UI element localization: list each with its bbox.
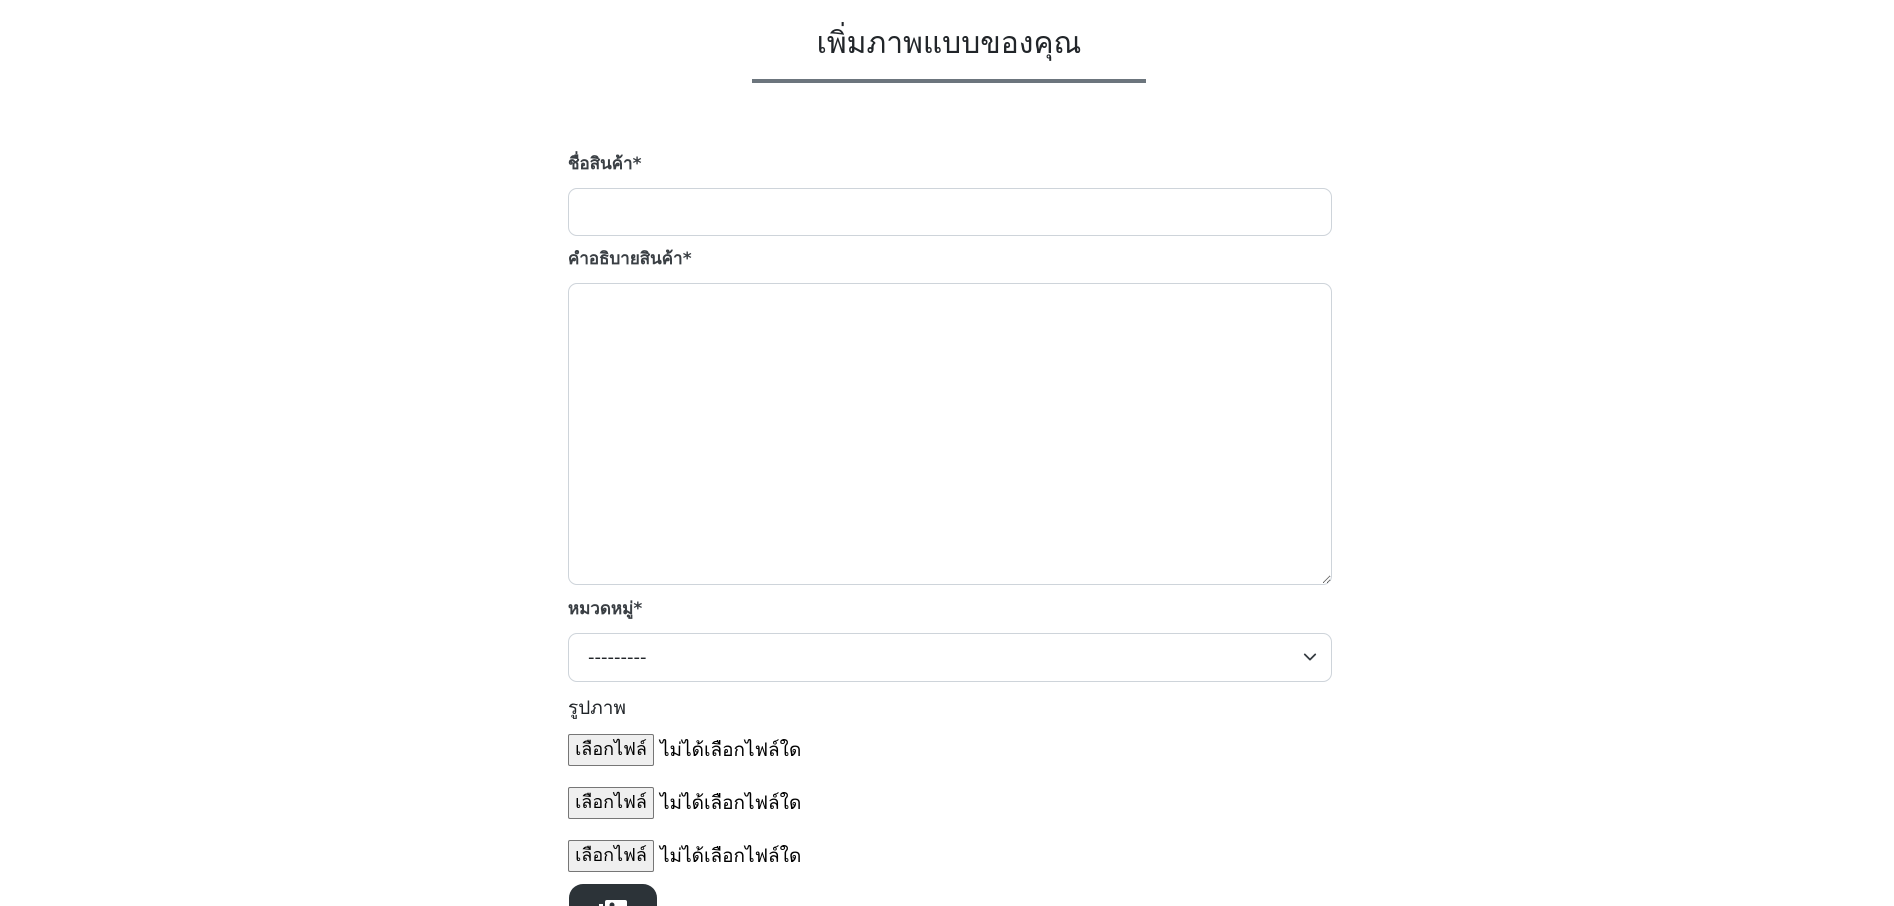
title-underline (752, 79, 1146, 83)
page: เพิ่มภาพแบบของคุณ ชื่อสินค้า* คำอธิบายสิ… (0, 0, 1894, 906)
choose-file-button-2[interactable]: เลือกไฟล์ (568, 787, 654, 819)
page-title: เพิ่มภาพแบบของคุณ (816, 26, 1082, 61)
chevron-down-icon (1303, 653, 1317, 661)
submit-button[interactable] (569, 884, 657, 906)
image-upload-icon (599, 900, 627, 906)
choose-file-button-1[interactable]: เลือกไฟล์ (568, 734, 654, 766)
product-name-input[interactable] (568, 188, 1332, 236)
category-label: หมวดหมู่* (568, 599, 643, 619)
images-label: รูปภาพ (568, 697, 626, 719)
file-status-2: ไม่ได้เลือกไฟล์ใด (660, 792, 802, 814)
category-select[interactable]: --------- (568, 633, 1332, 682)
product-description-textarea[interactable] (568, 283, 1332, 585)
choose-file-button-3[interactable]: เลือกไฟล์ (568, 840, 654, 872)
file-status-1: ไม่ได้เลือกไฟล์ใด (660, 739, 802, 761)
product-name-label: ชื่อสินค้า* (568, 154, 642, 174)
page-header: เพิ่มภาพแบบของคุณ (752, 22, 1146, 66)
category-select-value: --------- (588, 647, 647, 668)
file-status-3: ไม่ได้เลือกไฟล์ใด (660, 845, 802, 867)
product-description-label: คำอธิบายสินค้า* (568, 249, 692, 269)
